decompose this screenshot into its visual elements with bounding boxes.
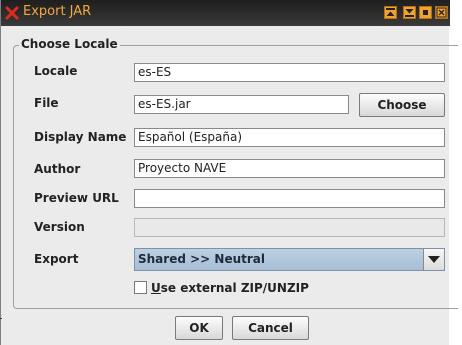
close-icon[interactable] bbox=[435, 6, 448, 19]
choose-button[interactable]: Choose bbox=[359, 93, 445, 117]
display-name-field[interactable]: Español (España) bbox=[134, 128, 445, 147]
author-label: Author bbox=[34, 162, 81, 176]
use-external-zip-label[interactable]: Use external ZIP/UNZIP bbox=[151, 281, 309, 295]
export-select[interactable]: Shared >> Neutral bbox=[134, 248, 445, 271]
version-label: Version bbox=[34, 220, 85, 234]
file-label: File bbox=[34, 96, 59, 110]
cancel-button[interactable]: Cancel bbox=[232, 316, 309, 340]
export-label: Export bbox=[34, 252, 79, 266]
file-field[interactable]: es-ES.jar bbox=[134, 95, 349, 114]
preview-url-field[interactable] bbox=[134, 189, 445, 208]
use-external-zip-checkbox[interactable] bbox=[134, 281, 147, 294]
export-jar-dialog: Export JAR Choose Locale Locale es-ES Fi… bbox=[0, 0, 458, 345]
chevron-down-icon[interactable] bbox=[423, 249, 444, 270]
ok-button[interactable]: OK bbox=[175, 316, 223, 340]
minimize-icon[interactable] bbox=[419, 6, 432, 19]
display-name-label: Display Name bbox=[34, 130, 127, 144]
checkbox-label-text: se external ZIP/UNZIP bbox=[160, 281, 309, 295]
export-selected-value: Shared >> Neutral bbox=[138, 252, 265, 266]
close-x-icon[interactable] bbox=[4, 4, 20, 22]
shade-down-icon[interactable] bbox=[403, 6, 416, 19]
mnemonic-letter: U bbox=[151, 281, 161, 295]
version-field bbox=[134, 218, 445, 237]
background-mark bbox=[0, 318, 2, 319]
window-title: Export JAR bbox=[23, 4, 92, 19]
author-field[interactable]: Proyecto NAVE bbox=[134, 159, 445, 178]
preview-url-label: Preview URL bbox=[34, 191, 119, 205]
title-bar[interactable]: Export JAR bbox=[1, 0, 450, 26]
group-title: Choose Locale bbox=[19, 37, 120, 51]
locale-label: Locale bbox=[34, 64, 78, 78]
locale-field[interactable]: es-ES bbox=[134, 63, 445, 82]
shade-up-icon[interactable] bbox=[384, 6, 397, 19]
